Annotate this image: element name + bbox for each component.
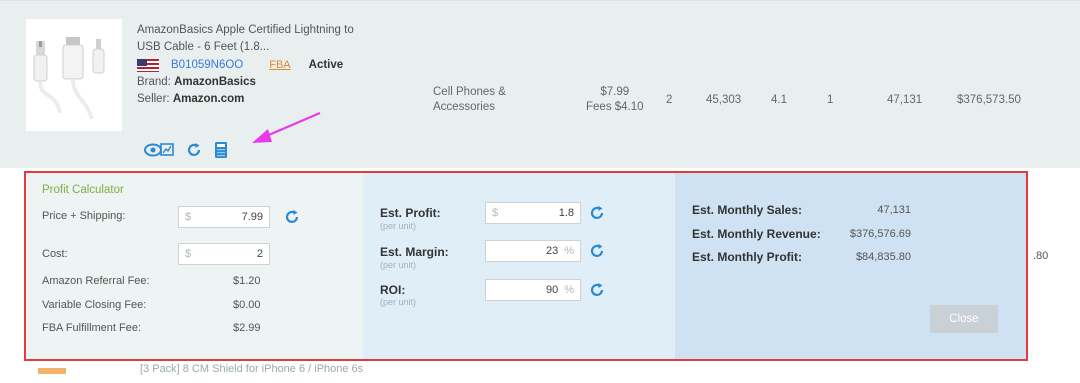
roi-label: ROI: [380, 283, 406, 297]
est-profit-label: Est. Profit: [380, 206, 441, 220]
reviews-cell: 1 [827, 94, 834, 106]
cost-input[interactable]: $ 2 [178, 243, 270, 265]
cost-currency: $ [185, 248, 192, 260]
roi-input[interactable]: 90 % [485, 279, 581, 301]
close-button[interactable]: Close [930, 305, 998, 333]
next-row-badge [38, 368, 66, 374]
status-badge: Active [308, 59, 344, 71]
est-margin-label: Est. Margin: [380, 245, 449, 259]
recalculate-profit-icon[interactable] [589, 205, 605, 221]
price-value: 7.99 [241, 211, 263, 223]
roi-value: 90 [545, 284, 559, 296]
row-actions [144, 141, 228, 159]
brand-value: AmazonBasics [174, 76, 256, 88]
monthly-revenue-label: Est. Monthly Revenue: [692, 227, 821, 241]
margin-unit: % [564, 245, 574, 257]
product-title-line1[interactable]: AmazonBasics Apple Certified Lightning t… [137, 22, 387, 39]
background-text-fragment: .80 [1033, 250, 1049, 262]
recalculate-margin-icon[interactable] [589, 243, 605, 259]
recalculate-roi-icon[interactable] [589, 282, 605, 298]
roi-per-unit: (per unit) [380, 297, 417, 307]
seller-label: Seller: [137, 93, 170, 105]
est-profit-per-unit: (per unit) [380, 221, 417, 231]
monthly-estimates-pane: Est. Monthly Sales: 47,131 Est. Monthly … [675, 173, 1026, 359]
closing-fee-value: $0.00 [233, 299, 261, 311]
monthly-profit-label: Est. Monthly Profit: [692, 250, 802, 264]
view-chart-icon[interactable] [144, 142, 174, 158]
fba-fee-label: FBA Fulfillment Fee: [42, 322, 142, 334]
us-flag-icon [137, 59, 159, 72]
cost-label: Cost: [42, 248, 68, 260]
calculator-icon[interactable] [214, 141, 228, 159]
calculator-inputs-pane: Profit Calculator Price + Shipping: $ 7.… [26, 173, 363, 359]
price-input[interactable]: $ 7.99 [178, 206, 270, 228]
monthly-sales-value: 47,131 [877, 204, 911, 216]
monthly-sales-label: Est. Monthly Sales: [692, 203, 803, 217]
rank-cell: 45,303 [706, 94, 742, 106]
asin-link[interactable]: B01059N6OO [171, 57, 243, 74]
monthly-revenue-value: $376,576.69 [849, 228, 911, 240]
product-image[interactable] [26, 19, 122, 131]
calculator-title: Profit Calculator [42, 184, 124, 196]
roi-unit: % [564, 284, 574, 296]
price-value: $7.99 [600, 86, 630, 98]
est-profit-input[interactable]: $ 1.8 [485, 202, 581, 224]
est-margin-value: 23 [545, 245, 559, 257]
profit-calculator-panel: Profit Calculator Price + Shipping: $ 7.… [24, 171, 1028, 361]
price-cell: $7.99 Fees $4.10 [586, 85, 644, 115]
category-cell: Cell Phones & Accessories [433, 85, 506, 115]
next-row-title[interactable]: [3 Pack] 8 CM Shield for iPhone 6 / iPho… [140, 363, 363, 375]
est-sales-cell: 47,131 [887, 94, 923, 106]
product-row: AmazonBasics Apple Certified Lightning t… [0, 0, 1080, 168]
fba-fee-value: $2.99 [233, 322, 261, 334]
price-currency: $ [185, 211, 192, 223]
monthly-profit-value: $84,835.80 [855, 251, 911, 263]
sellers-cell: 2 [666, 94, 673, 106]
category-line2: Accessories [433, 101, 495, 113]
est-margin-per-unit: (per unit) [380, 260, 417, 270]
calculator-results-pane: Est. Profit: (per unit) $ 1.8 Est. Margi… [363, 173, 675, 359]
seller-value: Amazon.com [172, 93, 245, 105]
recalculate-price-icon[interactable] [284, 209, 300, 225]
fba-badge: FBA [269, 59, 291, 71]
brand-label: Brand: [137, 76, 171, 88]
product-info: AmazonBasics Apple Certified Lightning t… [137, 22, 387, 108]
closing-fee-label: Variable Closing Fee: [42, 299, 147, 311]
category-line1: Cell Phones & [433, 86, 506, 98]
price-label: Price + Shipping: [42, 210, 126, 222]
refresh-icon[interactable] [186, 142, 202, 158]
est-profit-value: 1.8 [558, 207, 574, 219]
cost-value: 2 [256, 248, 263, 260]
referral-fee-label: Amazon Referral Fee: [42, 275, 150, 287]
fees-value: Fees $4.10 [586, 101, 644, 113]
profit-currency: $ [492, 207, 499, 219]
est-margin-input[interactable]: 23 % [485, 240, 581, 262]
referral-fee-value: $1.20 [233, 275, 261, 287]
pointer-arrow-icon [252, 111, 321, 143]
product-title-line2[interactable]: USB Cable - 6 Feet (1.8... [137, 39, 387, 56]
est-revenue-cell: $376,573.50 [957, 94, 1021, 106]
rating-cell: 4.1 [771, 94, 787, 106]
